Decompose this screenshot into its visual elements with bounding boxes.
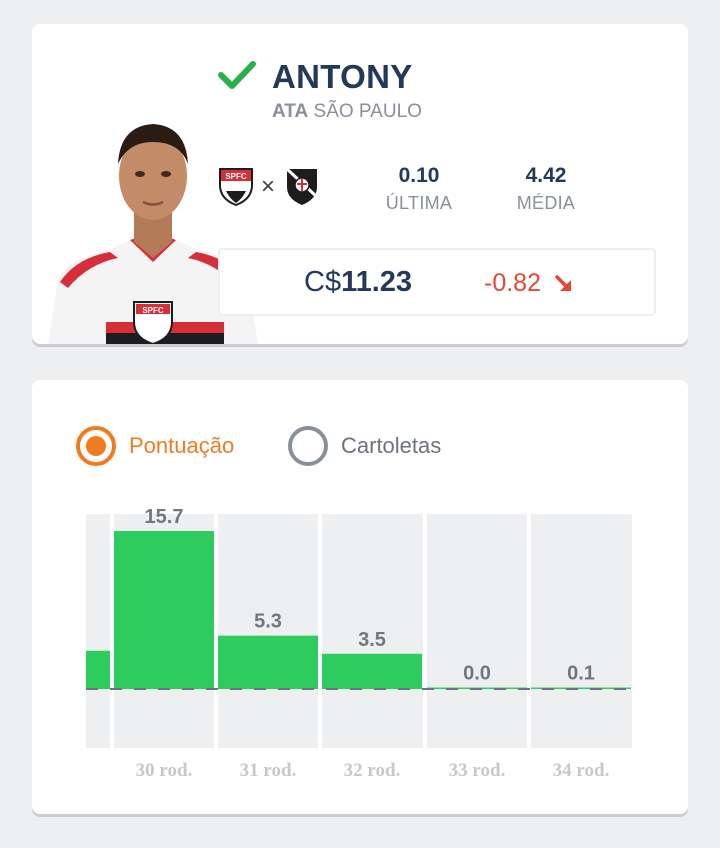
match-vs: × bbox=[261, 173, 276, 200]
score-bar bbox=[114, 531, 214, 689]
bar-value-label: 3.5 bbox=[358, 629, 386, 651]
column-separator bbox=[110, 514, 114, 748]
price-value: 11.23 bbox=[341, 266, 413, 298]
column-separator bbox=[423, 514, 427, 748]
bar-value-label: 0.1 bbox=[567, 663, 595, 685]
last-score-stat: 0.10 ÚLTIMA bbox=[364, 164, 474, 214]
price-box: C$11.23 -0.82 bbox=[218, 248, 656, 316]
arrow-down-right-icon bbox=[555, 275, 571, 291]
bar-value-label: 15.7 bbox=[145, 506, 184, 528]
score-bar bbox=[322, 653, 422, 689]
score-bar-chart: 15.7 30 rod. 5.3 31 rod. 3.5 32 rod. 0.0 33 rod… bbox=[86, 506, 632, 781]
player-name: ANTONY bbox=[272, 58, 413, 95]
column-separator bbox=[527, 514, 531, 748]
check-icon bbox=[218, 61, 256, 89]
home-club-badge-text: SPFC bbox=[225, 172, 247, 181]
price-variation: -0.82 bbox=[484, 269, 541, 297]
x-axis-label: 31 rod. bbox=[240, 760, 297, 781]
price-currency: C$ bbox=[304, 266, 342, 298]
x-axis-label: 32 rod. bbox=[344, 760, 401, 781]
svg-text:SPFC: SPFC bbox=[142, 306, 164, 315]
home-club-shield-icon: SPFC bbox=[219, 168, 253, 207]
player-club: SÃO PAULO bbox=[313, 101, 422, 122]
player-position: ATA bbox=[272, 101, 309, 122]
average-score-label: MÉDIA bbox=[516, 193, 576, 213]
column-separator bbox=[214, 514, 218, 748]
player-position-club: ATA SÃO PAULO bbox=[272, 101, 422, 123]
player-card: SPFC ANTONY ATA SÃO PAULO SPFC × 0.10 ÚL… bbox=[32, 24, 688, 344]
score-history-card: Pontuação Cartoletas 15.7 30 rod. 5.3 31 ro… bbox=[32, 380, 688, 814]
x-axis-label: 30 rod. bbox=[136, 760, 193, 781]
average-score-value: 4.42 bbox=[525, 164, 567, 187]
score-bar bbox=[218, 635, 318, 689]
last-score-value: 0.10 bbox=[398, 164, 440, 187]
average-score-stat: 4.42 MÉDIA bbox=[491, 164, 601, 214]
x-axis-label: 33 rod. bbox=[449, 760, 506, 781]
last-score-label: ÚLTIMA bbox=[385, 193, 453, 213]
previous-round-bar bbox=[86, 650, 110, 689]
bar-value-label: 0.0 bbox=[463, 663, 491, 685]
player-price: C$11.23 bbox=[304, 266, 412, 299]
away-club-shield-icon bbox=[285, 167, 319, 205]
x-axis-label: 34 rod. bbox=[553, 760, 610, 781]
column-separator bbox=[318, 514, 322, 748]
bar-value-label: 5.3 bbox=[254, 611, 282, 633]
